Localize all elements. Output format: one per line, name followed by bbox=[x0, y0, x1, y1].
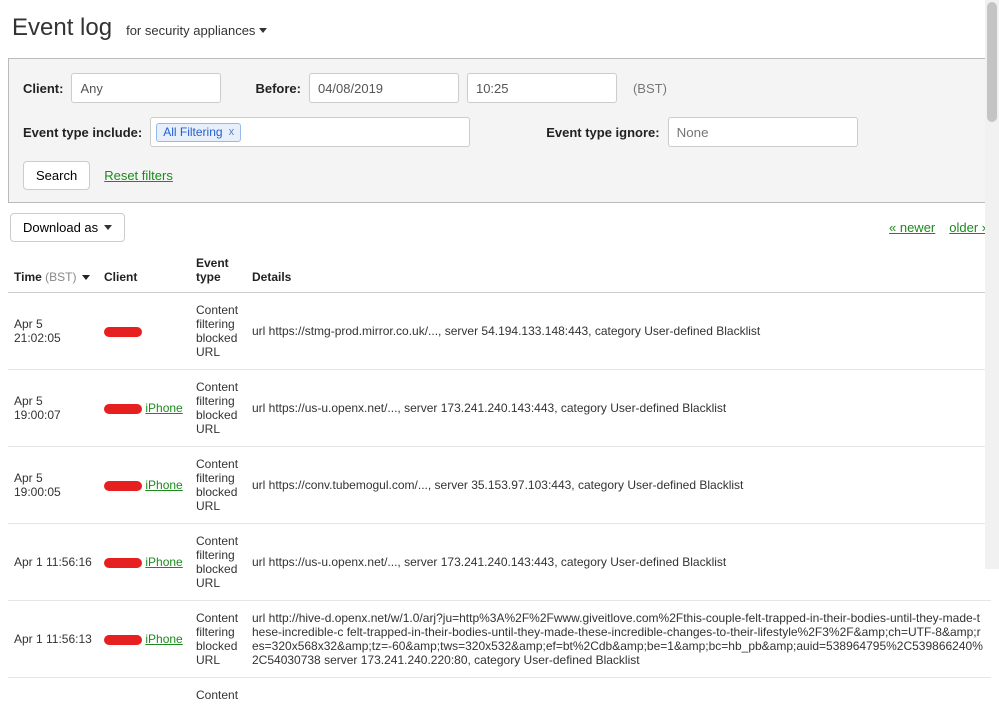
col-event-type[interactable]: Event type bbox=[190, 248, 246, 293]
sort-desc-icon bbox=[82, 275, 90, 280]
redacted-client-icon bbox=[104, 635, 142, 645]
table-row: Apr 5 19:00:07 iPhone Content filtering b… bbox=[8, 370, 991, 447]
redacted-client-icon bbox=[104, 558, 142, 568]
cell-event-type: Content bbox=[190, 678, 246, 712]
cell-details bbox=[246, 678, 991, 712]
scope-dropdown[interactable]: for security appliances bbox=[126, 23, 267, 38]
before-label: Before: bbox=[255, 81, 301, 96]
cell-details: url https://us-u.openx.net/..., server 1… bbox=[246, 370, 991, 447]
client-input[interactable] bbox=[71, 73, 221, 103]
table-row: Content bbox=[8, 678, 991, 712]
filter-tag-label: All Filtering bbox=[163, 125, 222, 139]
table-row: Apr 5 19:00:05 iPhone Content filtering b… bbox=[8, 447, 991, 524]
reset-filters-link[interactable]: Reset filters bbox=[104, 168, 173, 183]
search-button[interactable]: Search bbox=[23, 161, 90, 190]
before-date-input[interactable] bbox=[309, 73, 459, 103]
redacted-client-icon bbox=[104, 481, 142, 491]
event-type-include-input[interactable]: All Filtering x bbox=[150, 117, 470, 147]
event-table: Time (BST) Client Event type Details Apr… bbox=[8, 248, 991, 712]
cell-client bbox=[98, 678, 190, 712]
cell-client: iPhone bbox=[98, 601, 190, 678]
col-time[interactable]: Time (BST) bbox=[8, 248, 98, 293]
chevron-down-icon bbox=[259, 28, 267, 33]
newer-link[interactable]: « newer bbox=[889, 220, 935, 235]
col-time-label: Time bbox=[14, 270, 42, 284]
cell-time bbox=[8, 678, 98, 712]
timezone-label: (BST) bbox=[633, 81, 667, 96]
chevron-down-icon bbox=[104, 225, 112, 230]
event-type-ignore-input[interactable] bbox=[668, 117, 858, 147]
download-label: Download as bbox=[23, 220, 98, 235]
client-link[interactable]: iPhone bbox=[145, 401, 182, 415]
redacted-client-icon bbox=[104, 404, 142, 414]
pager: « newer older » bbox=[889, 220, 989, 235]
client-link[interactable]: iPhone bbox=[145, 555, 182, 569]
cell-details: url https://stmg-prod.mirror.co.uk/..., … bbox=[246, 293, 991, 370]
scroll-thumb[interactable] bbox=[987, 2, 997, 122]
table-row: Apr 5 21:02:05 Content filtering blocked … bbox=[8, 293, 991, 370]
cell-client: iPhone bbox=[98, 370, 190, 447]
filter-tag-all-filtering[interactable]: All Filtering x bbox=[156, 123, 241, 142]
cell-event-type: Content filtering blocked URL bbox=[190, 601, 246, 678]
table-row: Apr 1 11:56:13 iPhone Content filtering b… bbox=[8, 601, 991, 678]
before-time-input[interactable] bbox=[467, 73, 617, 103]
cell-time: Apr 5 19:00:05 bbox=[8, 447, 98, 524]
scrollbar[interactable] bbox=[985, 0, 999, 569]
cell-event-type: Content filtering blocked URL bbox=[190, 293, 246, 370]
client-link[interactable]: iPhone bbox=[145, 632, 182, 646]
cell-client: iPhone bbox=[98, 447, 190, 524]
col-client[interactable]: Client bbox=[98, 248, 190, 293]
col-details[interactable]: Details bbox=[246, 248, 991, 293]
cell-event-type: Content filtering blocked URL bbox=[190, 370, 246, 447]
download-as-dropdown[interactable]: Download as bbox=[10, 213, 125, 242]
ignore-label: Event type ignore: bbox=[546, 125, 659, 140]
cell-client: iPhone bbox=[98, 524, 190, 601]
client-label: Client: bbox=[23, 81, 63, 96]
cell-time: Apr 1 11:56:16 bbox=[8, 524, 98, 601]
page-title: Event log bbox=[12, 14, 112, 42]
client-link[interactable]: iPhone bbox=[145, 478, 182, 492]
cell-client bbox=[98, 293, 190, 370]
cell-details: url https://conv.tubemogul.com/..., serv… bbox=[246, 447, 991, 524]
filter-panel: Client: Before: (BST) Event type include… bbox=[8, 58, 991, 203]
scope-label: for security appliances bbox=[126, 23, 255, 38]
include-label: Event type include: bbox=[23, 125, 142, 140]
cell-details: url http://hive-d.openx.net/w/1.0/arj?ju… bbox=[246, 601, 991, 678]
cell-time: Apr 5 21:02:05 bbox=[8, 293, 98, 370]
cell-time: Apr 5 19:00:07 bbox=[8, 370, 98, 447]
cell-event-type: Content filtering blocked URL bbox=[190, 524, 246, 601]
col-time-tz: (BST) bbox=[45, 270, 76, 284]
remove-tag-icon[interactable]: x bbox=[229, 126, 235, 138]
cell-event-type: Content filtering blocked URL bbox=[190, 447, 246, 524]
older-link[interactable]: older » bbox=[949, 220, 989, 235]
table-row: Apr 1 11:56:16 iPhone Content filtering b… bbox=[8, 524, 991, 601]
cell-time: Apr 1 11:56:13 bbox=[8, 601, 98, 678]
cell-details: url https://us-u.openx.net/..., server 1… bbox=[246, 524, 991, 601]
redacted-client-icon bbox=[104, 327, 142, 337]
